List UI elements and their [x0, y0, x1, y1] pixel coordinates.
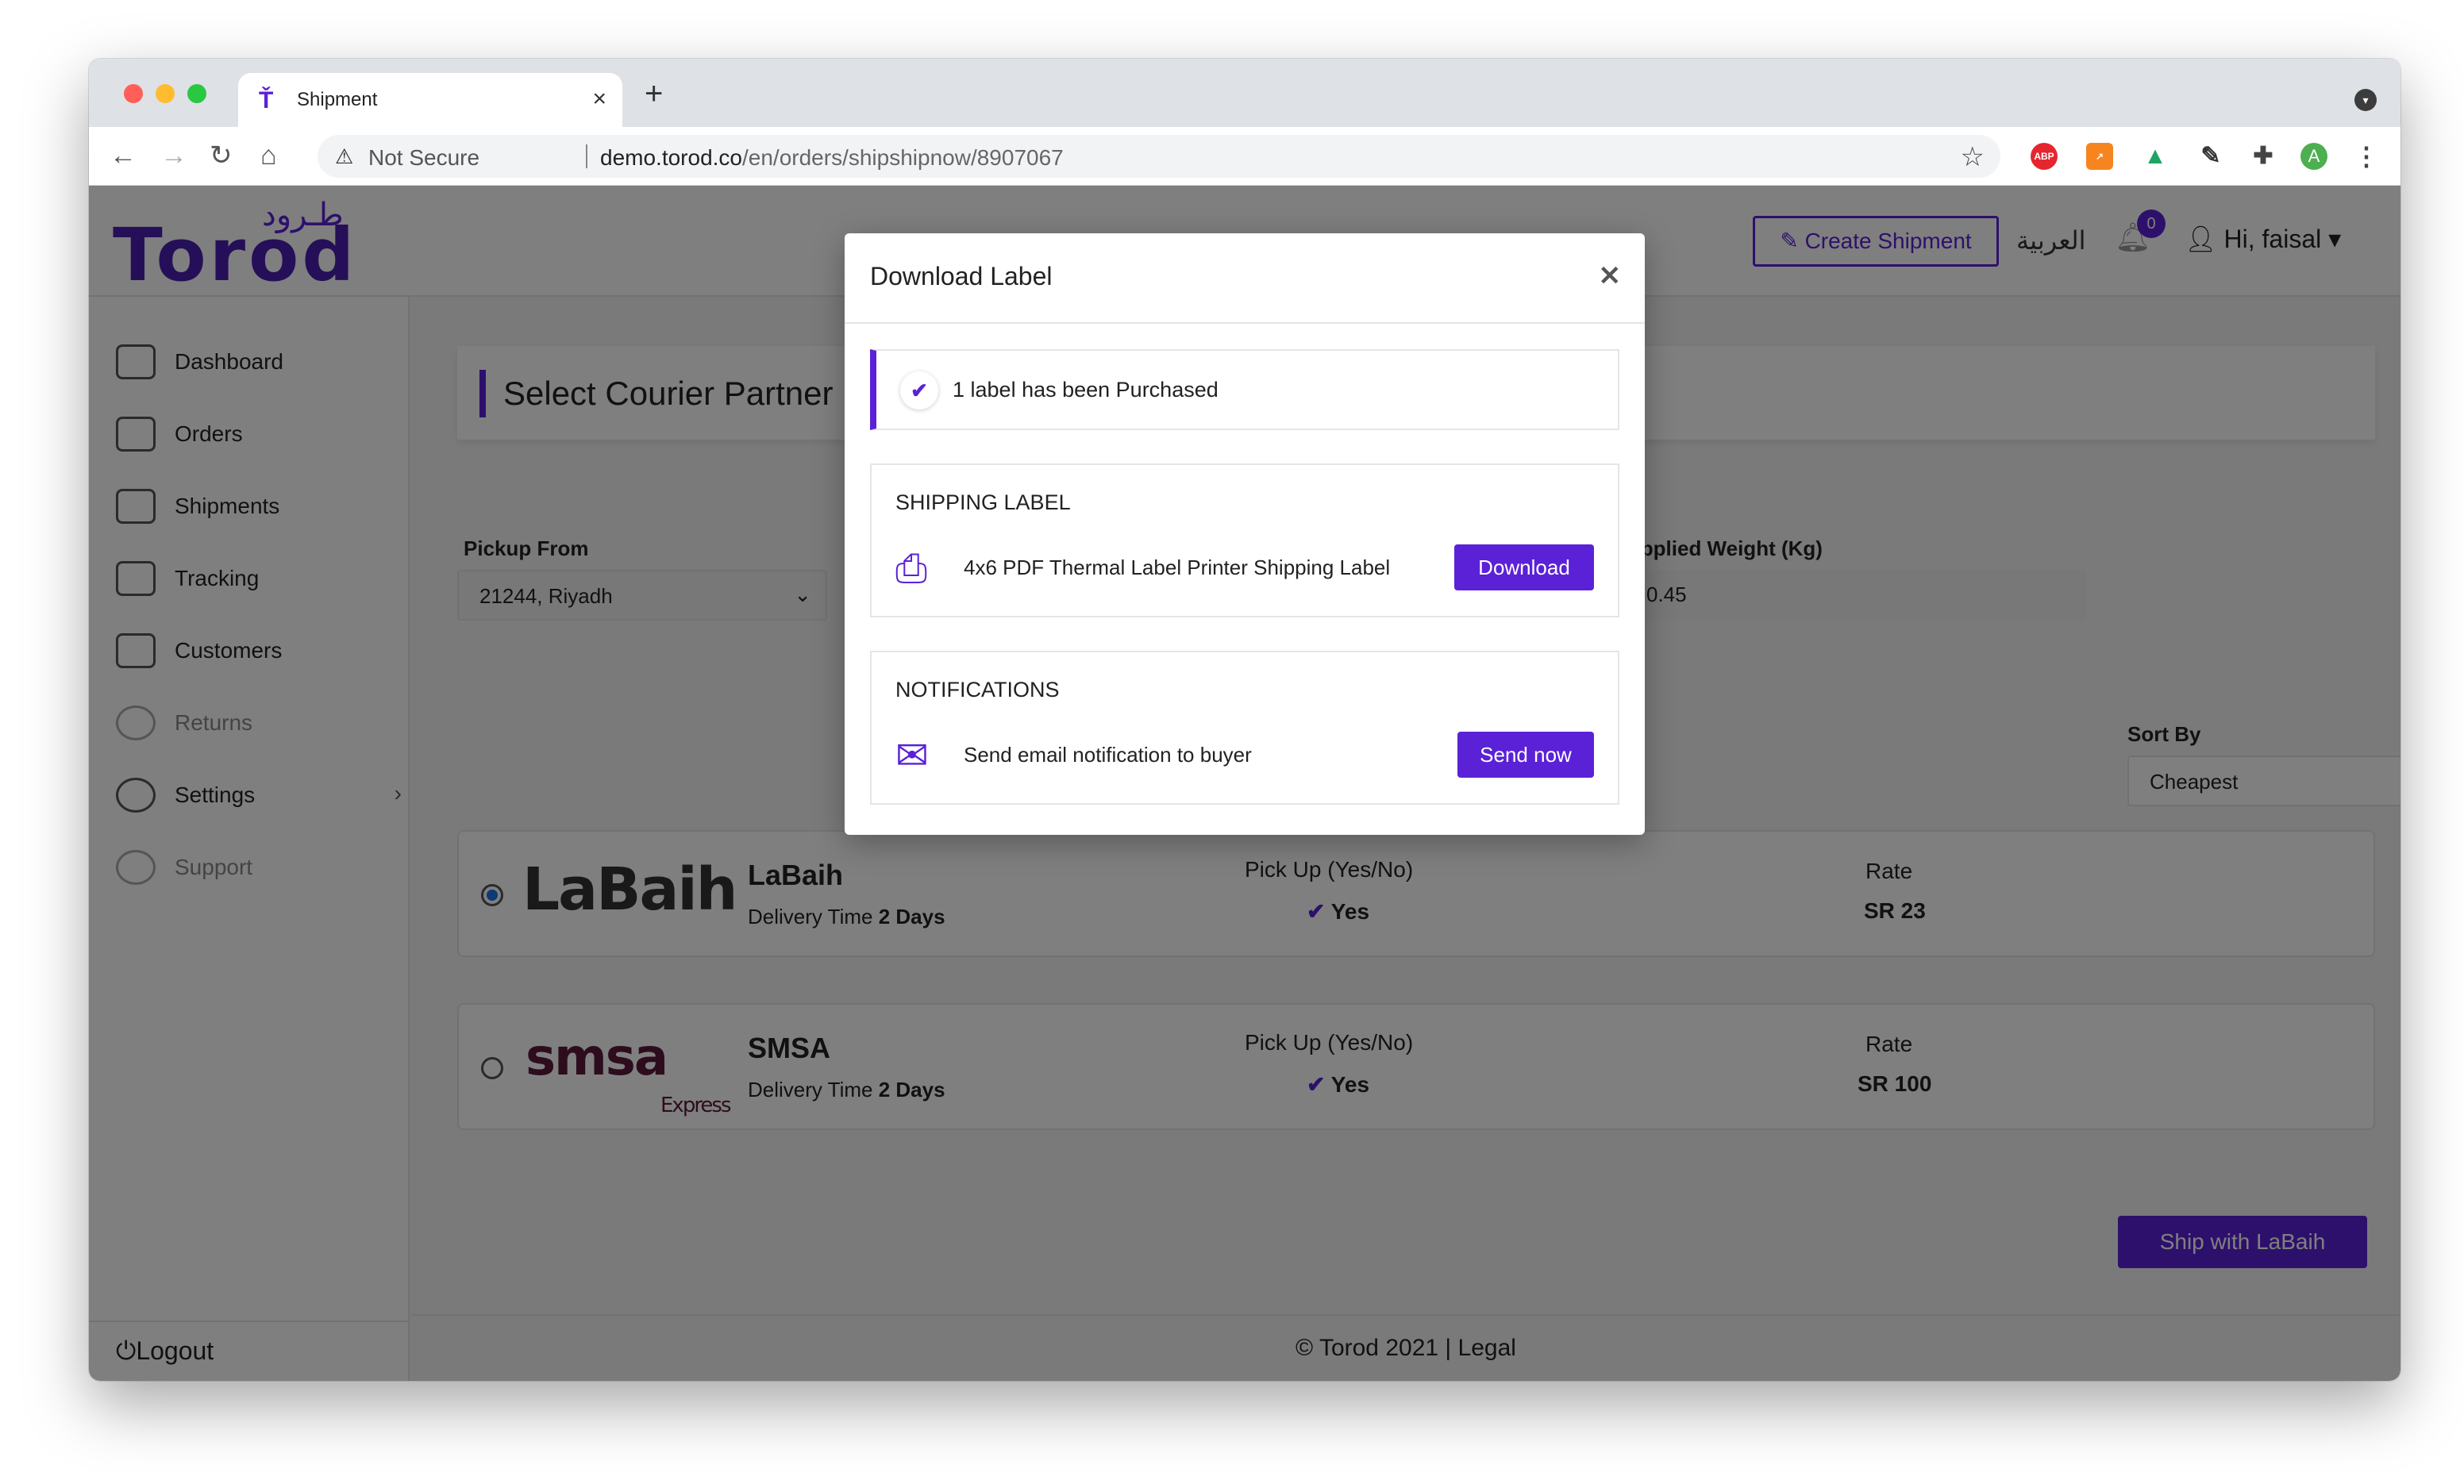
forward-icon[interactable]: → — [160, 141, 187, 170]
new-tab-button[interactable]: + — [645, 78, 663, 110]
reload-icon[interactable]: ↻ — [210, 141, 233, 170]
torod-favicon-icon: Ť — [259, 87, 274, 113]
close-window-button[interactable] — [124, 84, 143, 103]
browser-window: Ť Shipment × + ▾ ← → ↻ ⌂ ⚠ Not Secure de… — [89, 59, 2400, 1381]
address-bar[interactable]: ⚠ Not Secure demo.torod.co/en/orders/shi… — [318, 135, 2000, 178]
browser-menu-icon[interactable]: ⋮ — [2353, 143, 2380, 170]
section-title: NOTIFICATIONS — [895, 678, 1060, 702]
url-text: demo.torod.co/en/orders/shipshipnow/8907… — [600, 145, 1064, 171]
tab-strip: Ť Shipment × + ▾ — [89, 59, 2400, 127]
url-domain: demo.torod.co — [600, 145, 742, 170]
purchase-alert: ✔ 1 label has been Purchased — [870, 349, 1619, 430]
address-separator — [586, 144, 587, 168]
home-icon[interactable]: ⌂ — [260, 141, 277, 170]
tab-search-icon[interactable]: ▾ — [2354, 89, 2377, 111]
alert-text: 1 label has been Purchased — [953, 378, 1219, 402]
printer-icon: ⎙ — [895, 546, 927, 590]
close-icon[interactable]: ✕ — [1599, 260, 1622, 292]
minimize-window-button[interactable] — [156, 84, 175, 103]
browser-toolbar: ← → ↻ ⌂ ⚠ Not Secure demo.torod.co/en/or… — [89, 127, 2400, 186]
envelope-icon: ✉ — [895, 733, 929, 778]
chart-extension-icon[interactable]: ↗ — [2086, 143, 2113, 170]
check-icon: ✔ — [900, 371, 938, 409]
download-label-modal: Download Label ✕ ✔ 1 label has been Purc… — [845, 233, 1645, 835]
section-title: SHIPPING LABEL — [895, 490, 1071, 514]
url-path: /en/orders/shipshipnow/8907067 — [742, 145, 1064, 170]
tab-close-icon[interactable]: × — [592, 86, 606, 113]
send-now-button[interactable]: Send now — [1457, 732, 1594, 778]
adblock-extension-icon[interactable]: ABP — [2031, 143, 2058, 170]
tab-title: Shipment — [297, 89, 378, 110]
drive-extension-icon[interactable]: ▲ — [2142, 143, 2169, 170]
browser-tab[interactable]: Ť Shipment × — [238, 73, 622, 127]
modal-header: Download Label ✕ — [845, 233, 1645, 324]
shipping-label-section: SHIPPING LABEL ⎙ 4x6 PDF Thermal Label P… — [870, 463, 1619, 617]
pen-extension-icon[interactable]: ✎ — [2197, 143, 2224, 170]
warning-icon: ⚠ — [335, 144, 354, 168]
notifications-section: NOTIFICATIONS ✉ Send email notification … — [870, 651, 1619, 805]
download-button[interactable]: Download — [1454, 544, 1594, 590]
back-icon[interactable]: ← — [110, 141, 137, 170]
bookmark-star-icon[interactable]: ☆ — [1961, 141, 1985, 173]
shipping-label-text: 4x6 PDF Thermal Label Printer Shipping L… — [964, 556, 1391, 579]
extensions-puzzle-icon[interactable]: ✚ — [2250, 143, 2277, 170]
security-label: Not Secure — [368, 145, 480, 170]
maximize-window-button[interactable] — [187, 84, 206, 103]
profile-avatar[interactable]: A — [2300, 143, 2327, 170]
modal-title: Download Label — [870, 262, 1053, 290]
notification-text: Send email notification to buyer — [964, 743, 1252, 767]
